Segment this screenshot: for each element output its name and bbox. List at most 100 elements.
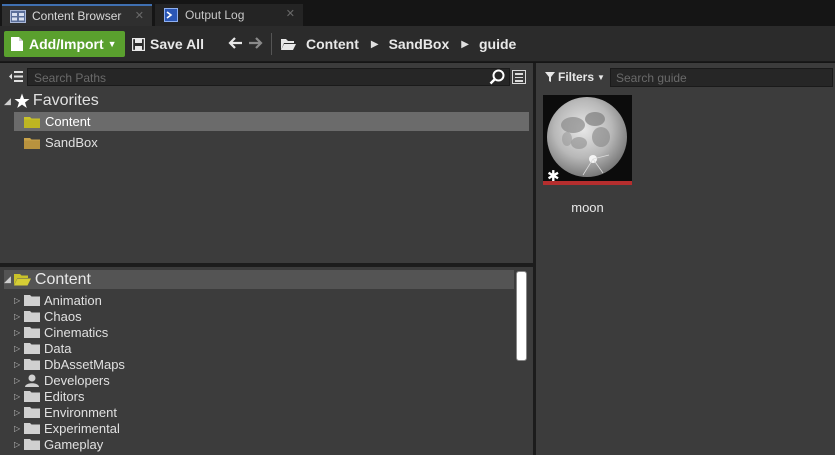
favorites-label: Favorites <box>32 92 99 109</box>
tree-item-gameplay[interactable]: ▷ Gameplay <box>14 436 103 452</box>
folder-icon <box>24 423 40 434</box>
chevron-right-icon[interactable]: ▶ <box>371 39 379 50</box>
save-icon <box>132 37 145 51</box>
folder-tree: ◢ Content ▷ Animation ▷ Chaos ▷ Cinemati… <box>0 267 533 455</box>
expand-arrow-icon[interactable]: ◢ <box>4 96 11 107</box>
collapse-sources-icon[interactable] <box>9 70 23 83</box>
breadcrumb: Content ▶ SandBox ▶ guide <box>280 31 516 57</box>
expand-arrow-icon[interactable]: ▷ <box>14 328 24 337</box>
output-log-icon <box>163 8 179 22</box>
tab-bar: Content Browser ✕ Output Log ✕ <box>0 0 835 26</box>
tab-output-log[interactable]: Output Log ✕ <box>155 4 303 26</box>
tree-item-label: DbAssetMaps <box>44 356 125 372</box>
folder-icon <box>24 439 40 450</box>
tree-item-environment[interactable]: ▷ Environment <box>14 404 117 420</box>
save-all-label: Save All <box>150 36 204 52</box>
forward-arrow-icon[interactable] <box>248 36 263 55</box>
expand-arrow-icon[interactable]: ▷ <box>14 424 24 433</box>
close-icon[interactable]: ✕ <box>135 9 144 22</box>
tree-item-cinematics[interactable]: ▷ Cinematics <box>14 324 108 340</box>
folder-icon <box>24 311 40 322</box>
tree-item-dbassetmaps[interactable]: ▷ DbAssetMaps <box>14 356 125 372</box>
folder-icon <box>24 327 40 338</box>
tree-item-chaos[interactable]: ▷ Chaos <box>14 308 82 324</box>
tree-item-label: Cinematics <box>44 324 109 340</box>
tree-root-label: Content <box>34 270 91 288</box>
expand-arrow-icon[interactable]: ▷ <box>14 392 24 401</box>
breadcrumb-sandbox[interactable]: SandBox <box>389 36 450 52</box>
breadcrumb-content[interactable]: Content <box>306 36 359 52</box>
filters-button[interactable]: Filters ▼ <box>545 69 605 85</box>
sources-panel: Search Paths ◢ Favorites Content SandBox… <box>0 63 533 455</box>
tree-item-data[interactable]: ▷ Data <box>14 340 71 356</box>
tree-item-label: Chaos <box>44 308 82 324</box>
chevron-down-icon: ▼ <box>597 72 605 82</box>
favorite-item-sandbox[interactable]: SandBox <box>14 133 529 152</box>
asset-type-bar <box>543 181 632 185</box>
new-document-icon <box>11 37 23 51</box>
search-assets-placeholder: Search guide <box>616 71 687 85</box>
favorite-item-label: Content <box>45 114 91 129</box>
tree-item-experimental[interactable]: ▷ Experimental <box>14 420 120 436</box>
folder-icon <box>24 407 40 418</box>
expand-arrow-icon[interactable]: ◢ <box>4 274 11 285</box>
tree-scrollbar[interactable] <box>516 271 527 361</box>
view-options-icon[interactable] <box>512 70 526 84</box>
folder-icon <box>24 343 40 354</box>
toolbar-separator <box>271 33 272 55</box>
search-paths-placeholder: Search Paths <box>34 71 107 85</box>
favorite-item-content[interactable]: Content <box>14 112 529 131</box>
sources-search-row: Search Paths <box>0 63 533 91</box>
tree-item-label: Developers <box>44 372 110 388</box>
tree-item-label: Animation <box>44 292 102 308</box>
breadcrumb-guide[interactable]: guide <box>479 36 516 52</box>
favorite-item-label: SandBox <box>45 135 98 150</box>
expand-arrow-icon[interactable]: ▷ <box>14 296 24 305</box>
content-browser-icon <box>10 9 26 23</box>
save-all-button[interactable]: Save All <box>132 31 204 57</box>
tree-item-label: Environment <box>44 404 117 420</box>
folder-icon <box>24 295 40 306</box>
chevron-down-icon: ▼ <box>107 39 117 49</box>
tab-content-browser[interactable]: Content Browser ✕ <box>2 4 152 26</box>
search-icon[interactable] <box>489 69 505 85</box>
back-arrow-icon[interactable] <box>228 36 243 55</box>
asset-view-panel: Filters ▼ Search guide ✱ moon <box>536 63 835 455</box>
expand-arrow-icon[interactable]: ▷ <box>14 376 24 385</box>
tree-item-editors[interactable]: ▷ Editors <box>14 388 84 404</box>
expand-arrow-icon[interactable]: ▷ <box>14 408 24 417</box>
expand-arrow-icon[interactable]: ▷ <box>14 360 24 369</box>
add-import-label: Add/Import <box>29 36 104 52</box>
search-paths-input[interactable]: Search Paths <box>27 68 510 86</box>
tree-item-label: Gameplay <box>44 436 104 452</box>
filters-label: Filters <box>558 70 595 84</box>
asset-tile-moon[interactable]: ✱ <box>543 95 632 185</box>
chevron-right-icon[interactable]: ▶ <box>461 39 469 50</box>
filter-icon <box>545 72 555 82</box>
tab-label: Output Log <box>185 8 245 22</box>
tree-item-label: Data <box>44 340 72 356</box>
folder-open-icon <box>13 274 31 286</box>
tree-root-content[interactable]: ◢ Content <box>4 270 514 289</box>
star-icon <box>14 93 30 108</box>
folder-icon <box>24 391 40 402</box>
add-import-button[interactable]: Add/Import ▼ <box>4 31 125 57</box>
tree-item-animation[interactable]: ▷ Animation <box>14 292 102 308</box>
close-icon[interactable]: ✕ <box>286 7 295 20</box>
expand-arrow-icon[interactable]: ▷ <box>14 312 24 321</box>
folder-icon <box>24 116 40 128</box>
content-browser-toolbar: Add/Import ▼ Save All Content ▶ SandBox … <box>0 26 835 62</box>
expand-arrow-icon[interactable]: ▷ <box>14 344 24 353</box>
tree-item-label: Experimental <box>44 420 120 436</box>
asset-name-label: moon <box>571 200 604 215</box>
folder-icon <box>24 359 40 370</box>
search-assets-input[interactable]: Search guide <box>610 68 833 87</box>
folder-icon <box>24 137 40 149</box>
expand-arrow-icon[interactable]: ▷ <box>14 440 24 449</box>
tree-item-label: Editors <box>44 388 85 404</box>
user-icon <box>25 374 39 387</box>
folder-open-icon <box>281 39 296 50</box>
tree-item-developers[interactable]: ▷ Developers <box>14 372 110 388</box>
tab-label: Content Browser <box>32 9 122 23</box>
favorites-header[interactable]: ◢ Favorites <box>4 92 99 110</box>
